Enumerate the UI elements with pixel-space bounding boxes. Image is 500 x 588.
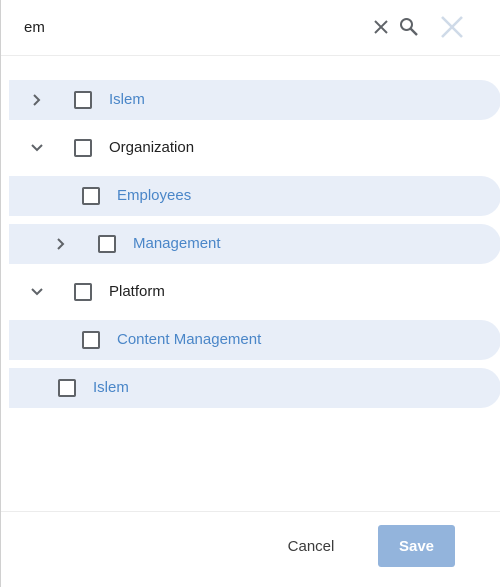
item-checkbox[interactable] (82, 187, 100, 205)
collapse-toggle[interactable] (27, 138, 47, 158)
expand-toggle[interactable] (51, 234, 71, 254)
chevron-down-icon (31, 144, 43, 152)
search-button[interactable] (397, 15, 421, 39)
expand-toggle[interactable] (27, 90, 47, 110)
chevron-right-icon (57, 238, 65, 250)
collapse-toggle[interactable] (27, 282, 47, 302)
item-checkbox[interactable] (74, 139, 92, 157)
tree-item-label: Islem (109, 91, 145, 108)
tree-item-label: Employees (117, 187, 192, 204)
close-icon (441, 16, 463, 38)
chevron-down-icon (31, 288, 43, 296)
dialog-footer: Cancel Save (1, 511, 500, 588)
tree-item-employees[interactable]: Employees (9, 176, 500, 216)
item-checkbox[interactable] (98, 235, 116, 253)
item-checkbox[interactable] (74, 283, 92, 301)
close-icon (374, 20, 388, 34)
tree-item-islem[interactable]: Islem (9, 80, 500, 120)
tree-item-organization[interactable]: Organization (9, 128, 500, 168)
item-checkbox[interactable] (74, 91, 92, 109)
tree-item-islem[interactable]: Islem (9, 368, 500, 408)
tree-item-label: Organization (109, 139, 195, 156)
tree-select-dialog: Islem Organization Employees Management (0, 0, 500, 587)
search-bar (1, 0, 500, 56)
item-checkbox[interactable] (82, 331, 100, 349)
tree-item-label: Platform (109, 283, 165, 300)
clear-search-button[interactable] (370, 16, 392, 38)
tree-item-platform[interactable]: Platform (9, 272, 500, 312)
tree-item-label: Management (133, 235, 221, 252)
tree-item-content-management[interactable]: Content Management (9, 320, 500, 360)
item-checkbox[interactable] (58, 379, 76, 397)
tree-item-label: Content Management (117, 331, 262, 348)
chevron-right-icon (33, 94, 41, 106)
tree-item-management[interactable]: Management (9, 224, 500, 264)
close-dialog-button[interactable] (437, 12, 467, 42)
search-icon (400, 18, 418, 36)
search-input[interactable] (24, 14, 354, 40)
tree-item-label: Islem (93, 379, 129, 396)
cancel-button[interactable]: Cancel (271, 526, 351, 566)
save-button[interactable]: Save (378, 525, 455, 567)
